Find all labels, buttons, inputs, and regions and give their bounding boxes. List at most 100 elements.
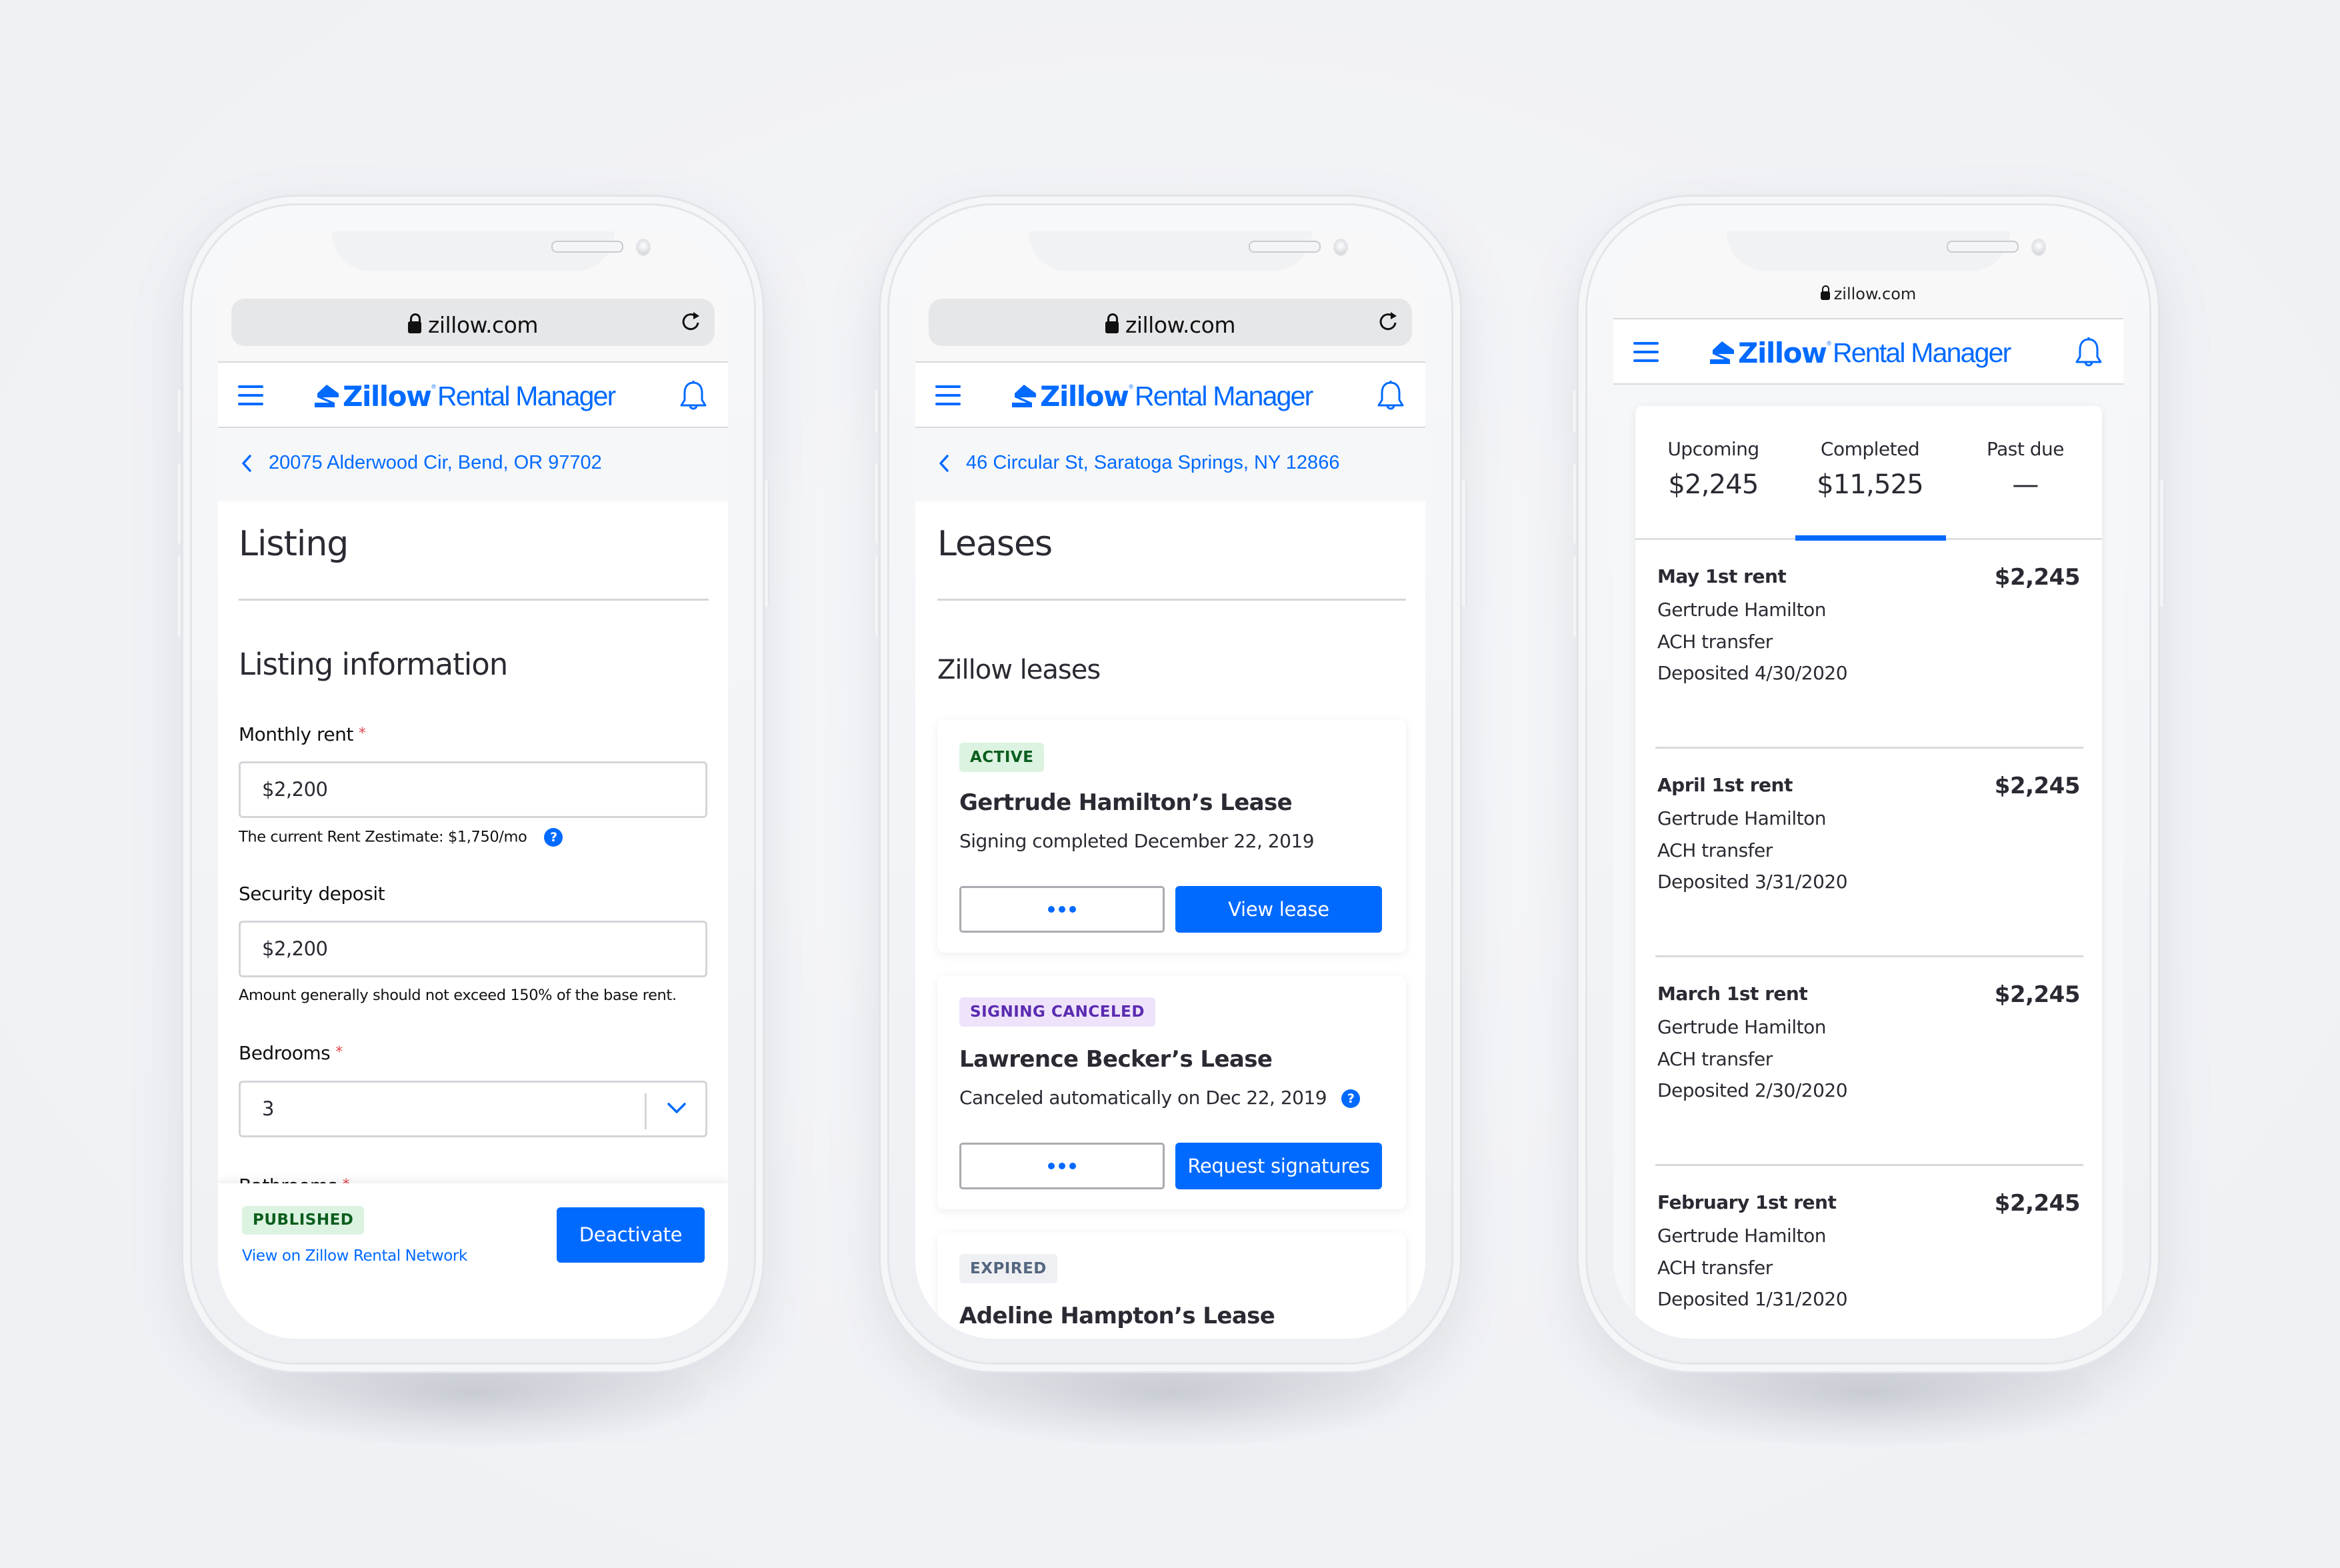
dot-icon <box>1059 906 1065 913</box>
phone-listing: zillow.com Zillow ® Rental Manager 20075 A… <box>177 197 769 1371</box>
more-options-button[interactable] <box>959 886 1165 933</box>
hamburger-menu-icon[interactable] <box>935 385 961 405</box>
security-deposit-input[interactable]: $2,200 <box>239 921 707 977</box>
listing-footer: PUBLISHED View on Zillow Rental Network … <box>218 1183 728 1339</box>
lock-icon <box>1105 313 1119 333</box>
browser-url-bar[interactable]: zillow.com <box>929 299 1412 346</box>
side-button <box>2159 480 2165 607</box>
brand-rental-manager: Rental Manager <box>1134 380 1313 411</box>
payment-item[interactable]: February 1st rent $2,245 Gertrude Hamilt… <box>1635 1166 2102 1339</box>
notch <box>1029 231 1348 271</box>
payment-title: March 1st rent <box>1657 983 1808 1005</box>
payment-tenant: Gertrude Hamilton <box>1657 807 1826 829</box>
browser-url-compact[interactable]: zillow.com <box>1613 285 2123 303</box>
tab-label: Upcoming <box>1667 438 1759 460</box>
zillow-logo-icon <box>1012 385 1036 407</box>
bell-icon[interactable] <box>1376 380 1405 413</box>
hamburger-menu-icon[interactable] <box>1633 342 1659 362</box>
payment-tenant: Gertrude Hamilton <box>1657 1225 1826 1247</box>
url-text: zillow.com <box>1833 285 1917 303</box>
phone-payments: zillow.com Zillow ® Rental Manager Upcomin… <box>1572 197 2165 1371</box>
reload-icon[interactable] <box>679 309 703 333</box>
lease-card: ACTIVE Gertrude Hamilton’s Lease Signing… <box>937 719 1406 953</box>
section-title: Zillow leases <box>937 655 1101 685</box>
brand-registered: ® <box>431 383 436 390</box>
app-header: Zillow ® Rental Manager <box>218 361 728 428</box>
reload-icon[interactable] <box>1376 309 1400 333</box>
payment-deposited: Deposited 1/31/2020 <box>1657 1288 1848 1310</box>
bedrooms-value: 3 <box>262 1097 274 1120</box>
help-icon[interactable]: ? <box>1341 1089 1361 1108</box>
leases-content: Leases Zillow leases ACTIVE Gertrude Ham… <box>915 501 1425 1339</box>
brand-zillow: Zillow <box>343 379 432 413</box>
side-button <box>1572 557 1577 637</box>
tab-completed[interactable]: Completed $11,525 <box>1803 438 1937 500</box>
payment-amount: $2,245 <box>1994 981 2081 1008</box>
tab-past-due[interactable]: Past due — <box>1959 438 2092 500</box>
speaker <box>551 241 623 253</box>
monthly-rent-input[interactable]: $2,200 <box>239 761 707 818</box>
view-on-network-link[interactable]: View on Zillow Rental Network <box>242 1247 467 1265</box>
view-lease-button[interactable]: View lease <box>1175 886 1382 933</box>
request-signatures-button[interactable]: Request signatures <box>1175 1143 1382 1189</box>
status-badge-published: PUBLISHED <box>242 1206 365 1235</box>
monthly-rent-label: Monthly rent * <box>239 723 366 745</box>
deactivate-button[interactable]: Deactivate <box>557 1207 705 1263</box>
page-title: Listing <box>239 524 349 564</box>
zillow-rental-manager-logo[interactable]: Zillow ® Rental Manager <box>315 376 616 416</box>
payment-amount: $2,245 <box>1994 1190 2081 1217</box>
hamburger-menu-icon[interactable] <box>238 385 263 405</box>
dot-icon <box>1069 906 1076 913</box>
more-options-button[interactable] <box>959 1143 1165 1189</box>
side-button <box>1572 390 1577 433</box>
dot-icon <box>1059 1163 1065 1169</box>
notch <box>331 231 651 271</box>
tab-value: $11,525 <box>1817 469 1924 500</box>
dot-icon <box>1069 1163 1076 1169</box>
section-title: Listing information <box>239 647 508 682</box>
divider <box>937 599 1406 601</box>
payment-item[interactable]: April 1st rent $2,245 Gertrude Hamilton … <box>1635 749 2102 957</box>
side-button <box>177 390 182 433</box>
payment-deposited: Deposited 3/31/2020 <box>1657 871 1848 893</box>
bell-icon[interactable] <box>2074 337 2103 370</box>
status-badge-expired: EXPIRED <box>959 1254 1057 1283</box>
tab-value: — <box>2012 469 2039 500</box>
brand-registered: ® <box>1129 383 1133 390</box>
breadcrumb-address: 46 Circular St, Saratoga Springs, NY 128… <box>966 452 1340 473</box>
lease-card: SIGNING CANCELED Lawrence Becker’s Lease… <box>937 976 1406 1209</box>
payment-method: ACH transfer <box>1657 1257 1773 1279</box>
chevron-down-icon <box>667 1103 686 1113</box>
url-text: zillow.com <box>428 312 538 338</box>
bedrooms-select[interactable]: 3 <box>239 1081 707 1137</box>
app-header: Zillow ® Rental Manager <box>1613 318 2123 385</box>
speaker <box>1947 241 2019 253</box>
lock-icon <box>408 313 422 333</box>
side-button <box>177 463 182 543</box>
side-button <box>764 480 769 607</box>
side-button <box>1461 480 1467 607</box>
divider <box>239 599 709 601</box>
browser-url-bar[interactable]: zillow.com <box>231 299 715 346</box>
tab-upcoming[interactable]: Upcoming $2,245 <box>1647 438 1780 500</box>
required-asterisk: * <box>335 1044 343 1061</box>
breadcrumb-bar: 20075 Alderwood Cir, Bend, OR 97702 <box>218 428 728 501</box>
payment-item[interactable]: March 1st rent $2,245 Gertrude Hamilton … <box>1635 957 2102 1166</box>
page-title: Leases <box>937 524 1053 564</box>
zillow-rental-manager-logo[interactable]: Zillow ® Rental Manager <box>1710 333 2011 373</box>
security-deposit-label: Security deposit <box>239 883 385 905</box>
bell-icon[interactable] <box>679 380 708 413</box>
payment-item[interactable]: May 1st rent $2,245 Gertrude Hamilton AC… <box>1635 540 2102 749</box>
status-badge-signing-canceled: SIGNING CANCELED <box>959 997 1155 1027</box>
breadcrumb-back-link[interactable]: 46 Circular St, Saratoga Springs, NY 128… <box>938 452 1339 474</box>
breadcrumb-back-link[interactable]: 20075 Alderwood Cir, Bend, OR 97702 <box>241 452 602 474</box>
help-icon[interactable]: ? <box>544 828 563 847</box>
lease-title[interactable]: Lawrence Becker’s Lease <box>959 1046 1273 1073</box>
select-divider <box>645 1093 647 1129</box>
zillow-logo-icon <box>315 385 339 407</box>
dot-icon <box>1048 906 1055 913</box>
dot-icon <box>1048 1163 1055 1169</box>
lease-title[interactable]: Adeline Hampton’s Lease <box>959 1303 1275 1329</box>
lease-title[interactable]: Gertrude Hamilton’s Lease <box>959 789 1293 816</box>
zillow-rental-manager-logo[interactable]: Zillow ® Rental Manager <box>1012 376 1313 416</box>
